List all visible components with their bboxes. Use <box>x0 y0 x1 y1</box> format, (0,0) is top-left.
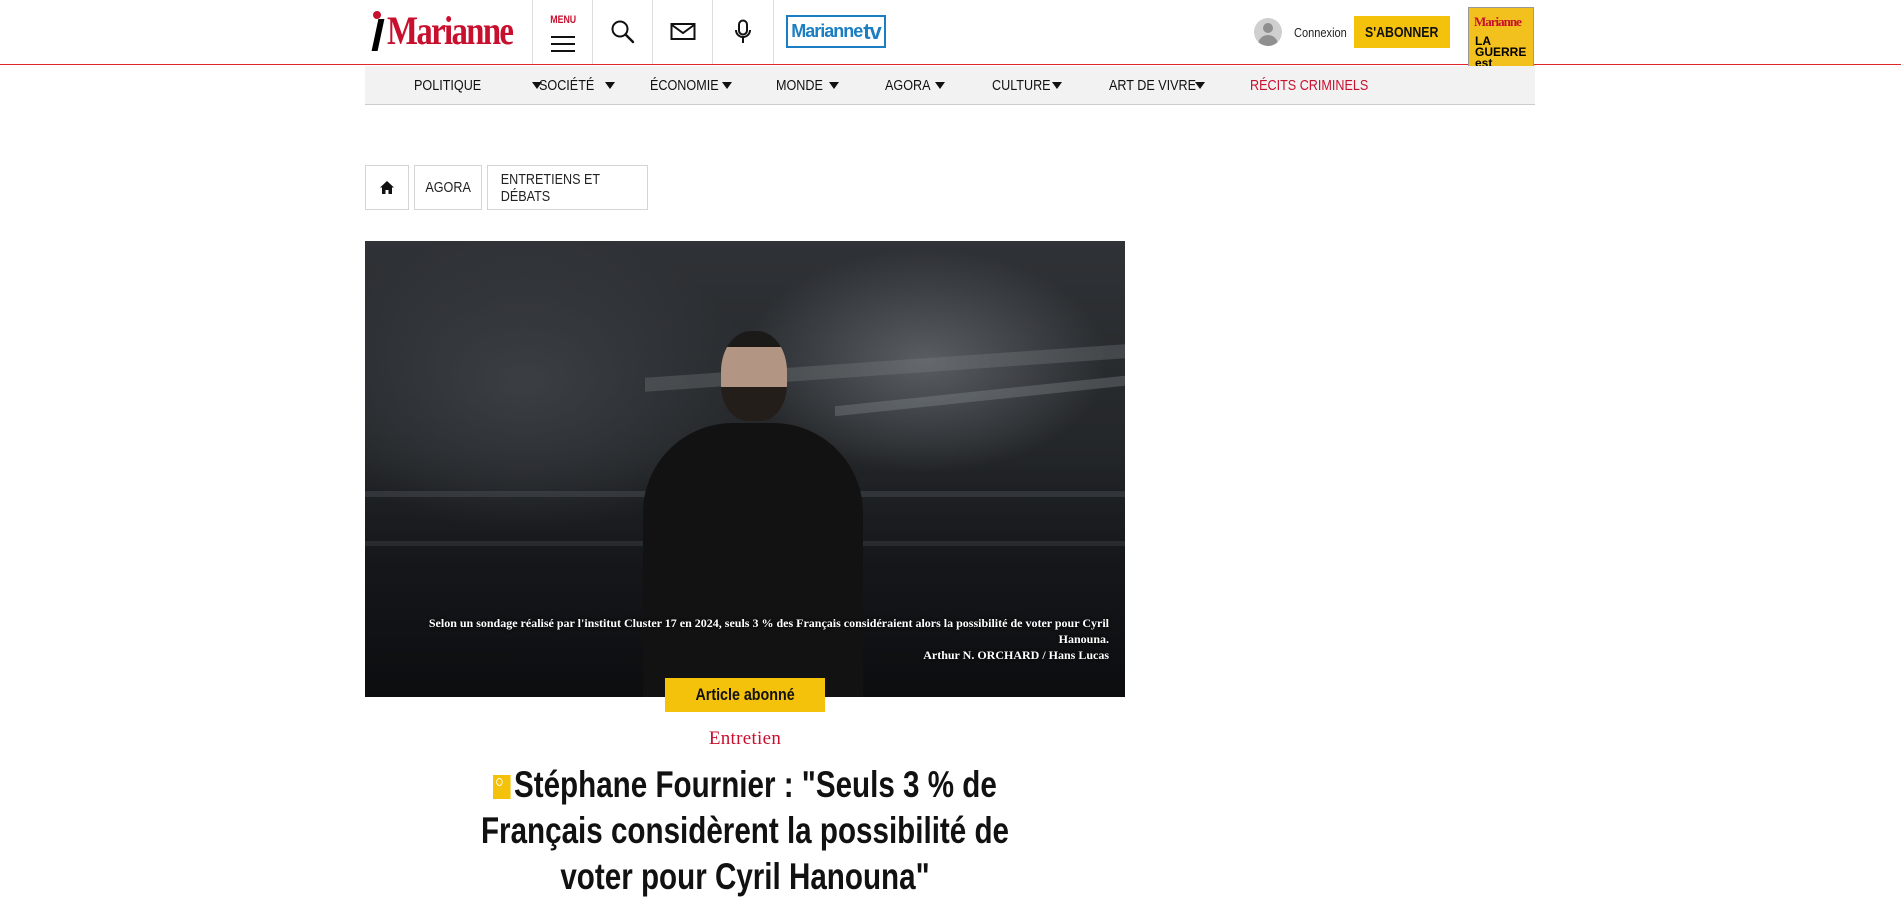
main-nav: POLITIQUE SOCIÉTÉ ÉCONOMIE MONDE AGORA C… <box>365 66 1535 105</box>
subscribe-button[interactable]: S'ABONNER <box>1354 16 1450 48</box>
nav-item-art-de-vivre[interactable]: ART DE VIVRE <box>1109 66 1213 104</box>
nav-item-recits-criminels[interactable]: RÉCITS CRIMINELS <box>1250 66 1391 104</box>
breadcrumb-item-agora[interactable]: AGORA <box>414 165 482 210</box>
breadcrumb-item-entretiens[interactable]: ENTRETIENS ET DÉBATS <box>487 165 648 210</box>
podcast-button[interactable] <box>712 0 774 64</box>
nav-item-label: ART DE VIVRE <box>1109 76 1197 94</box>
hero-person-head <box>721 331 787 421</box>
site-logo[interactable]: Marianne <box>371 6 540 56</box>
subscriber-article-badge: Article abonné <box>665 678 825 712</box>
article-title-text: Stéphane Fournier : "Seuls 3 % de França… <box>480 764 1010 897</box>
article-kicker: Entretien <box>708 728 782 749</box>
image-credit: Arthur N. ORCHARD / Hans Lucas <box>923 648 1109 662</box>
menu-label: MENU <box>550 13 576 26</box>
site-header: Marianne MENU Marianne tv Connexion S'ABO… <box>0 0 1901 97</box>
nav-item-culture[interactable]: CULTURE <box>992 66 1062 104</box>
nav-item-label: MONDE <box>776 76 823 94</box>
caret-down-icon <box>829 82 839 89</box>
breadcrumb-home[interactable] <box>365 165 409 210</box>
badge-label: Article abonné <box>695 685 795 704</box>
nav-item-politique[interactable]: POLITIQUE <box>414 66 542 104</box>
caret-down-icon <box>935 82 945 89</box>
mail-icon <box>670 23 696 40</box>
logo-text: Marianne <box>387 8 514 53</box>
nav-item-label: CULTURE <box>992 76 1051 94</box>
caret-down-icon <box>1195 82 1205 89</box>
nav-item-label: SOCIÉTÉ <box>539 76 595 94</box>
nav-item-societe[interactable]: SOCIÉTÉ <box>539 66 615 104</box>
nav-item-label: POLITIQUE <box>414 76 482 94</box>
newsletter-button[interactable] <box>652 0 713 64</box>
nav-item-monde[interactable]: MONDE <box>776 66 839 104</box>
microphone-icon <box>735 19 751 43</box>
article-title: Stéphane Fournier : "Seuls 3 % de França… <box>470 762 1020 900</box>
login-label: Connexion <box>1294 24 1347 40</box>
home-icon <box>380 181 394 194</box>
magazine-cover-logo: Marianne <box>1474 14 1522 29</box>
search-button[interactable] <box>592 0 653 64</box>
nav-item-label: RÉCITS CRIMINELS <box>1250 76 1369 94</box>
marianne-tv-suffix: tv <box>863 18 882 44</box>
search-icon <box>611 20 635 44</box>
nav-item-agora[interactable]: AGORA <box>885 66 945 104</box>
marianne-tv-text: Marianne <box>791 21 863 41</box>
caret-down-icon <box>722 82 732 89</box>
breadcrumb-label: AGORA <box>425 179 471 196</box>
nav-item-label: AGORA <box>885 76 931 94</box>
user-avatar-icon <box>1254 18 1282 46</box>
login-link[interactable]: Connexion <box>1254 18 1356 46</box>
marianne-tv-logo[interactable]: Marianne tv <box>786 15 886 48</box>
image-caption-text: Selon un sondage réalisé par l'institut … <box>428 616 1109 646</box>
image-caption: Selon un sondage réalisé par l'institut … <box>365 615 1109 663</box>
breadcrumb-label: ENTRETIENS ET DÉBATS <box>500 170 600 205</box>
subscribe-label: S'ABONNER <box>1365 23 1439 41</box>
hamburger-icon <box>551 31 575 57</box>
hero-background-stripe <box>835 375 1125 417</box>
nav-item-label: ÉCONOMIE <box>650 76 719 94</box>
nav-item-economie[interactable]: ÉCONOMIE <box>650 66 732 104</box>
menu-button[interactable]: MENU <box>532 0 593 64</box>
marianne-figure-icon <box>371 9 385 53</box>
caret-down-icon <box>1052 82 1062 89</box>
caret-down-icon <box>605 82 615 89</box>
article-hero-image: Selon un sondage réalisé par l'institut … <box>365 241 1125 697</box>
premium-lock-icon <box>493 775 511 799</box>
